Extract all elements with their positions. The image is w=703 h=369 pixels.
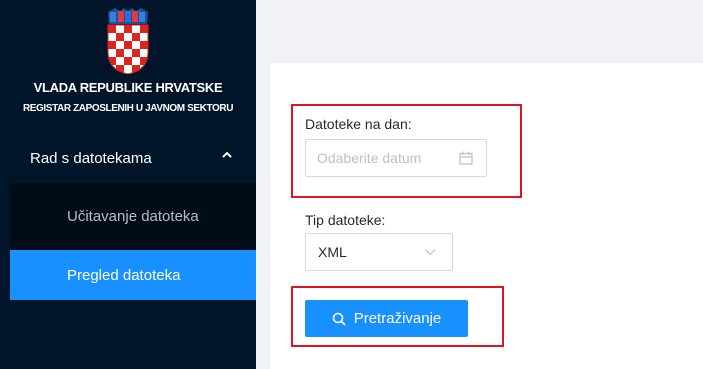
croatian-coat-of-arms-logo bbox=[107, 8, 149, 74]
menu-item-ucitavanje-datoteka[interactable]: Učitavanje datoteka bbox=[10, 191, 256, 241]
sidebar: VLADA REPUBLIKE HRVATSKE REGISTAR ZAPOSL… bbox=[0, 0, 256, 369]
logo-area: VLADA REPUBLIKE HRVATSKE REGISTAR ZAPOSL… bbox=[0, 0, 256, 125]
file-type-label: Tip datoteke: bbox=[305, 212, 386, 228]
menu-item-label: Pregled datoteka bbox=[67, 266, 181, 284]
content-gutter bbox=[256, 63, 270, 369]
submenu-label: Rad s datotekama bbox=[30, 149, 152, 167]
submenu-rad-s-datotekama[interactable]: Rad s datotekama bbox=[10, 133, 256, 183]
highlight-box-date bbox=[291, 104, 522, 198]
government-title: VLADA REPUBLIKE HRVATSKE bbox=[33, 80, 223, 95]
header-area bbox=[256, 0, 703, 63]
submenu-items: Učitavanje datoteka Pregled datoteka bbox=[10, 183, 256, 300]
file-type-select[interactable]: XML bbox=[305, 233, 453, 271]
menu-item-pregled-datoteka[interactable]: Pregled datoteka bbox=[10, 250, 256, 300]
file-type-value: XML bbox=[318, 244, 347, 260]
menu-item-label: Učitavanje datoteka bbox=[67, 207, 199, 225]
registry-subtitle: REGISTAR ZAPOSLENIH U JAVNOM SEKTORU bbox=[22, 103, 234, 114]
chevron-up-icon bbox=[222, 151, 232, 158]
chevron-down-icon bbox=[424, 249, 436, 256]
highlight-box-search bbox=[291, 286, 504, 347]
